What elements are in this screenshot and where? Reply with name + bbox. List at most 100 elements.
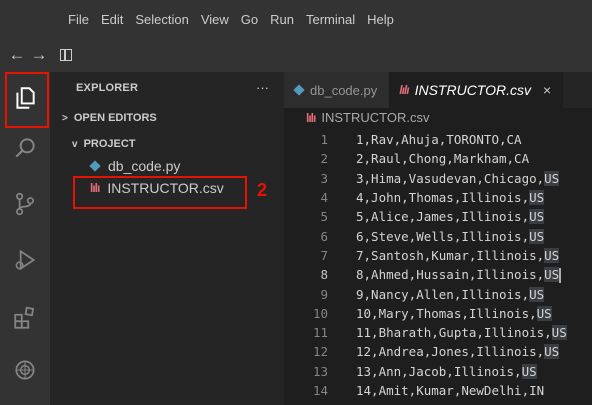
code-line[interactable]: 7 7,Santosh,Kumar,Illinois,US bbox=[284, 246, 592, 265]
code-line[interactable]: 6 6,Steve,Wells,Illinois,US bbox=[284, 226, 592, 245]
line-text: 3,Hima,Vasudevan,Chicago,US bbox=[356, 170, 560, 186]
code-line[interactable]: 9 9,Nancy,Allen,Illinois,US bbox=[284, 284, 592, 303]
menu-bar: File Edit Selection View Go Run Terminal… bbox=[62, 12, 400, 27]
search-activity-button[interactable] bbox=[0, 128, 50, 168]
activity-bar bbox=[0, 72, 50, 405]
selection-highlight: US bbox=[536, 305, 552, 321]
tab-db-code-py[interactable]: db_code.py bbox=[284, 72, 390, 108]
selection-highlight: US bbox=[529, 228, 545, 244]
chevron-right-icon: > bbox=[62, 112, 68, 124]
remote-activity-button[interactable] bbox=[0, 350, 50, 390]
line-number: 13 bbox=[312, 363, 328, 379]
menu-selection[interactable]: Selection bbox=[129, 12, 194, 27]
close-icon[interactable]: × bbox=[543, 82, 551, 98]
annotation-box-2 bbox=[73, 176, 247, 209]
run-debug-activity-button[interactable] bbox=[0, 240, 50, 280]
source-control-activity-button[interactable] bbox=[0, 184, 50, 224]
line-number: 9 bbox=[320, 286, 328, 302]
selection-highlight: US bbox=[529, 286, 545, 302]
code-line[interactable]: 11 11,Bharath,Gupta,Illinois,US bbox=[284, 323, 592, 342]
line-number: 8 bbox=[320, 267, 328, 283]
file-label: db_code.py bbox=[108, 158, 181, 174]
code-line[interactable]: 3 3,Hima,Vasudevan,Chicago,US bbox=[284, 169, 592, 188]
annotation-number-2: 2 bbox=[257, 180, 268, 200]
line-text: 14,Amit,Kumar,NewDelhi,IN bbox=[356, 383, 545, 398]
python-icon bbox=[294, 85, 304, 95]
menu-edit[interactable]: Edit bbox=[95, 12, 129, 27]
line-text: 1,Rav,Ahuja,TORONTO,CA bbox=[356, 132, 522, 148]
line-text: 6,Steve,Wells,Illinois,US bbox=[356, 228, 545, 244]
toggle-panel-icon[interactable] bbox=[60, 49, 72, 61]
code-line[interactable]: 4 4,John,Thomas,Illinois,US bbox=[284, 188, 592, 207]
line-text: 8,Ahmed,Hussain,Illinois,US bbox=[356, 266, 561, 283]
text-cursor bbox=[559, 267, 561, 283]
code-line[interactable]: 5 5,Alice,James,Illinois,US bbox=[284, 207, 592, 226]
code-line[interactable]: 10 10,Mary,Thomas,Illinois,US bbox=[284, 304, 592, 323]
back-arrow-icon[interactable]: ← bbox=[6, 45, 28, 65]
editor-area: db_code.py lılı INSTRUCTOR.csv × lılı IN… bbox=[284, 72, 592, 405]
csv-icon: lılı bbox=[399, 83, 409, 97]
line-text: 9,Nancy,Allen,Illinois,US bbox=[356, 286, 545, 302]
line-text: 11,Bharath,Gupta,Illinois,US bbox=[356, 325, 567, 341]
run-debug-icon bbox=[15, 249, 36, 271]
line-number: 5 bbox=[320, 209, 328, 225]
code-line[interactable]: 13 13,Ann,Jacob,Illinois,US bbox=[284, 362, 592, 381]
editor-tabs: db_code.py lılı INSTRUCTOR.csv × bbox=[284, 72, 592, 108]
code-line[interactable]: 1 1,Rav,Ahuja,TORONTO,CA bbox=[284, 130, 592, 149]
code-line[interactable]: 8 8,Ahmed,Hussain,Illinois,US bbox=[284, 265, 592, 284]
line-number: 6 bbox=[320, 228, 328, 244]
selection-highlight: US bbox=[529, 190, 545, 206]
code-line[interactable]: 12 12,Andrea,Jones,Illinois,US bbox=[284, 342, 592, 361]
project-section[interactable]: v PROJECT bbox=[72, 138, 136, 150]
code-line[interactable]: 14 14,Amit,Kumar,NewDelhi,IN bbox=[284, 381, 592, 400]
selection-highlight: US bbox=[544, 266, 560, 282]
selection-highlight: US bbox=[529, 209, 545, 225]
menu-terminal[interactable]: Terminal bbox=[300, 12, 361, 27]
more-actions-icon[interactable]: ··· bbox=[256, 80, 269, 95]
selection-highlight: US bbox=[544, 170, 560, 186]
line-number: 7 bbox=[320, 247, 328, 263]
csv-icon: lılı bbox=[306, 110, 316, 125]
chevron-down-icon: v bbox=[72, 138, 78, 150]
search-icon bbox=[15, 138, 35, 158]
tab-label: db_code.py bbox=[310, 82, 378, 98]
code-line[interactable]: 2 2,Raul,Chong,Markham,CA bbox=[284, 149, 592, 168]
title-bar: File Edit Selection View Go Run Terminal… bbox=[0, 0, 592, 38]
extensions-activity-button[interactable] bbox=[0, 298, 50, 338]
remote-icon bbox=[15, 360, 35, 380]
line-number: 12 bbox=[312, 344, 328, 360]
line-text: 5,Alice,James,Illinois,US bbox=[356, 209, 545, 225]
menu-file[interactable]: File bbox=[62, 12, 95, 27]
menu-run[interactable]: Run bbox=[264, 12, 300, 27]
open-editors-section[interactable]: > OPEN EDITORS bbox=[62, 112, 157, 124]
annotation-box-1 bbox=[5, 72, 49, 128]
extensions-icon bbox=[14, 306, 35, 329]
code-editor[interactable]: 1 1,Rav,Ahuja,TORONTO,CA 2 2,Raul,Chong,Mar… bbox=[284, 130, 592, 400]
file-db-code-py[interactable]: db_code.py bbox=[90, 158, 180, 174]
line-number: 10 bbox=[312, 305, 328, 321]
breadcrumb[interactable]: lılı INSTRUCTOR.csv bbox=[306, 110, 429, 125]
line-text: 2,Raul,Chong,Markham,CA bbox=[356, 151, 530, 167]
forward-arrow-icon[interactable]: → bbox=[28, 45, 50, 65]
line-number: 3 bbox=[320, 170, 328, 186]
menu-view[interactable]: View bbox=[195, 12, 235, 27]
selection-highlight: US bbox=[521, 363, 537, 379]
tab-instructor-csv[interactable]: lılı INSTRUCTOR.csv × bbox=[389, 72, 564, 108]
line-text: 12,Andrea,Jones,Illinois,US bbox=[356, 344, 560, 360]
menu-help[interactable]: Help bbox=[361, 12, 400, 27]
explorer-sidebar: EXPLORER ··· > OPEN EDITORS v PROJECT db… bbox=[50, 72, 284, 405]
python-icon bbox=[90, 161, 100, 171]
selection-highlight: US bbox=[544, 344, 560, 360]
line-number: 11 bbox=[312, 325, 328, 341]
selection-highlight: US bbox=[551, 325, 567, 341]
explorer-title: EXPLORER bbox=[76, 82, 139, 94]
line-text: 13,Ann,Jacob,Illinois,US bbox=[356, 363, 537, 379]
line-number: 2 bbox=[320, 151, 328, 167]
menu-go[interactable]: Go bbox=[235, 12, 264, 27]
open-editors-label: OPEN EDITORS bbox=[73, 112, 157, 124]
breadcrumb-file: INSTRUCTOR.csv bbox=[321, 110, 430, 125]
line-text: 10,Mary,Thomas,Illinois,US bbox=[356, 305, 552, 321]
source-control-icon bbox=[16, 192, 34, 216]
line-text: 4,John,Thomas,Illinois,US bbox=[356, 190, 545, 206]
selection-highlight: US bbox=[544, 247, 560, 263]
